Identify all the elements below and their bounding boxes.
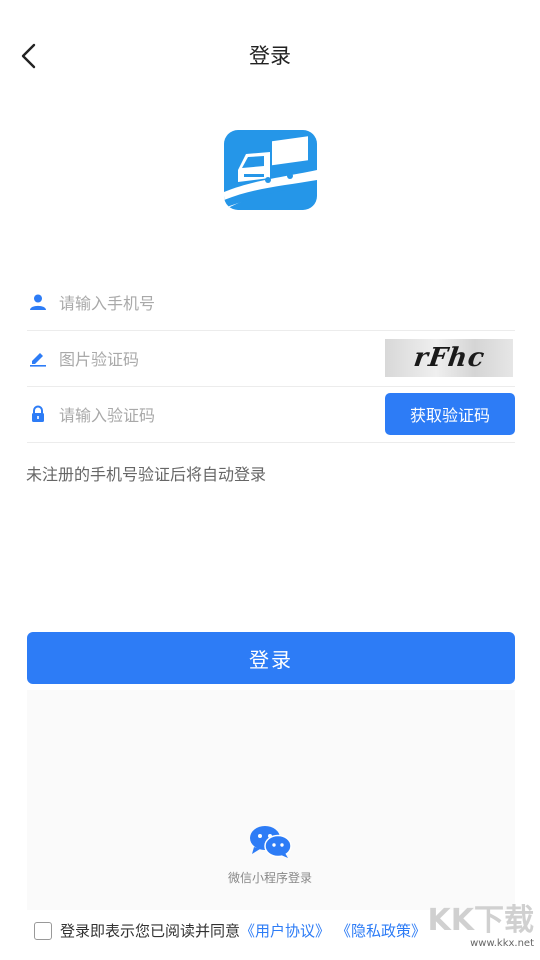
privacy-policy-link[interactable]: 《隐私政策》: [336, 920, 426, 941]
wechat-icon: [250, 826, 292, 858]
get-code-button[interactable]: 获取验证码: [385, 393, 515, 435]
captcha-text: rFhc: [411, 343, 487, 373]
truck-logo-icon: [224, 130, 317, 210]
lock-icon: [32, 405, 44, 422]
captcha-image[interactable]: rFhc: [385, 339, 513, 377]
captcha-row: rFhc: [27, 331, 515, 387]
app-logo: [224, 130, 317, 210]
phone-input[interactable]: [59, 285, 379, 321]
login-form: rFhc 获取验证码: [27, 275, 515, 443]
phone-row: [27, 275, 515, 331]
watermark-url: www.kkx.net: [470, 938, 534, 949]
header: 登录: [0, 0, 540, 110]
code-row: 获取验证码: [27, 387, 515, 443]
watermark-brand: KK下载: [427, 903, 535, 938]
auto-register-hint: 未注册的手机号验证后将自动登录: [26, 465, 267, 484]
code-input[interactable]: [59, 397, 379, 433]
wechat-login-label: 微信小程序登录: [227, 871, 312, 885]
agreement-checkbox[interactable]: [34, 921, 52, 940]
pencil-icon: [30, 353, 46, 367]
agreement-text: 登录即表示您已阅读并同意: [60, 922, 241, 940]
watermark: KK下载 www.kkx.net: [427, 903, 535, 950]
page-title: 登录: [249, 44, 291, 68]
user-icon: [30, 294, 46, 310]
captcha-input[interactable]: [59, 341, 379, 377]
agreement: 登录即表示您已阅读并同意 《用户协议》 《隐私政策》: [34, 920, 426, 941]
user-agreement-link[interactable]: 《用户协议》: [240, 920, 330, 941]
wechat-login[interactable]: 微信小程序登录: [200, 825, 340, 886]
login-button[interactable]: 登录: [27, 632, 515, 684]
